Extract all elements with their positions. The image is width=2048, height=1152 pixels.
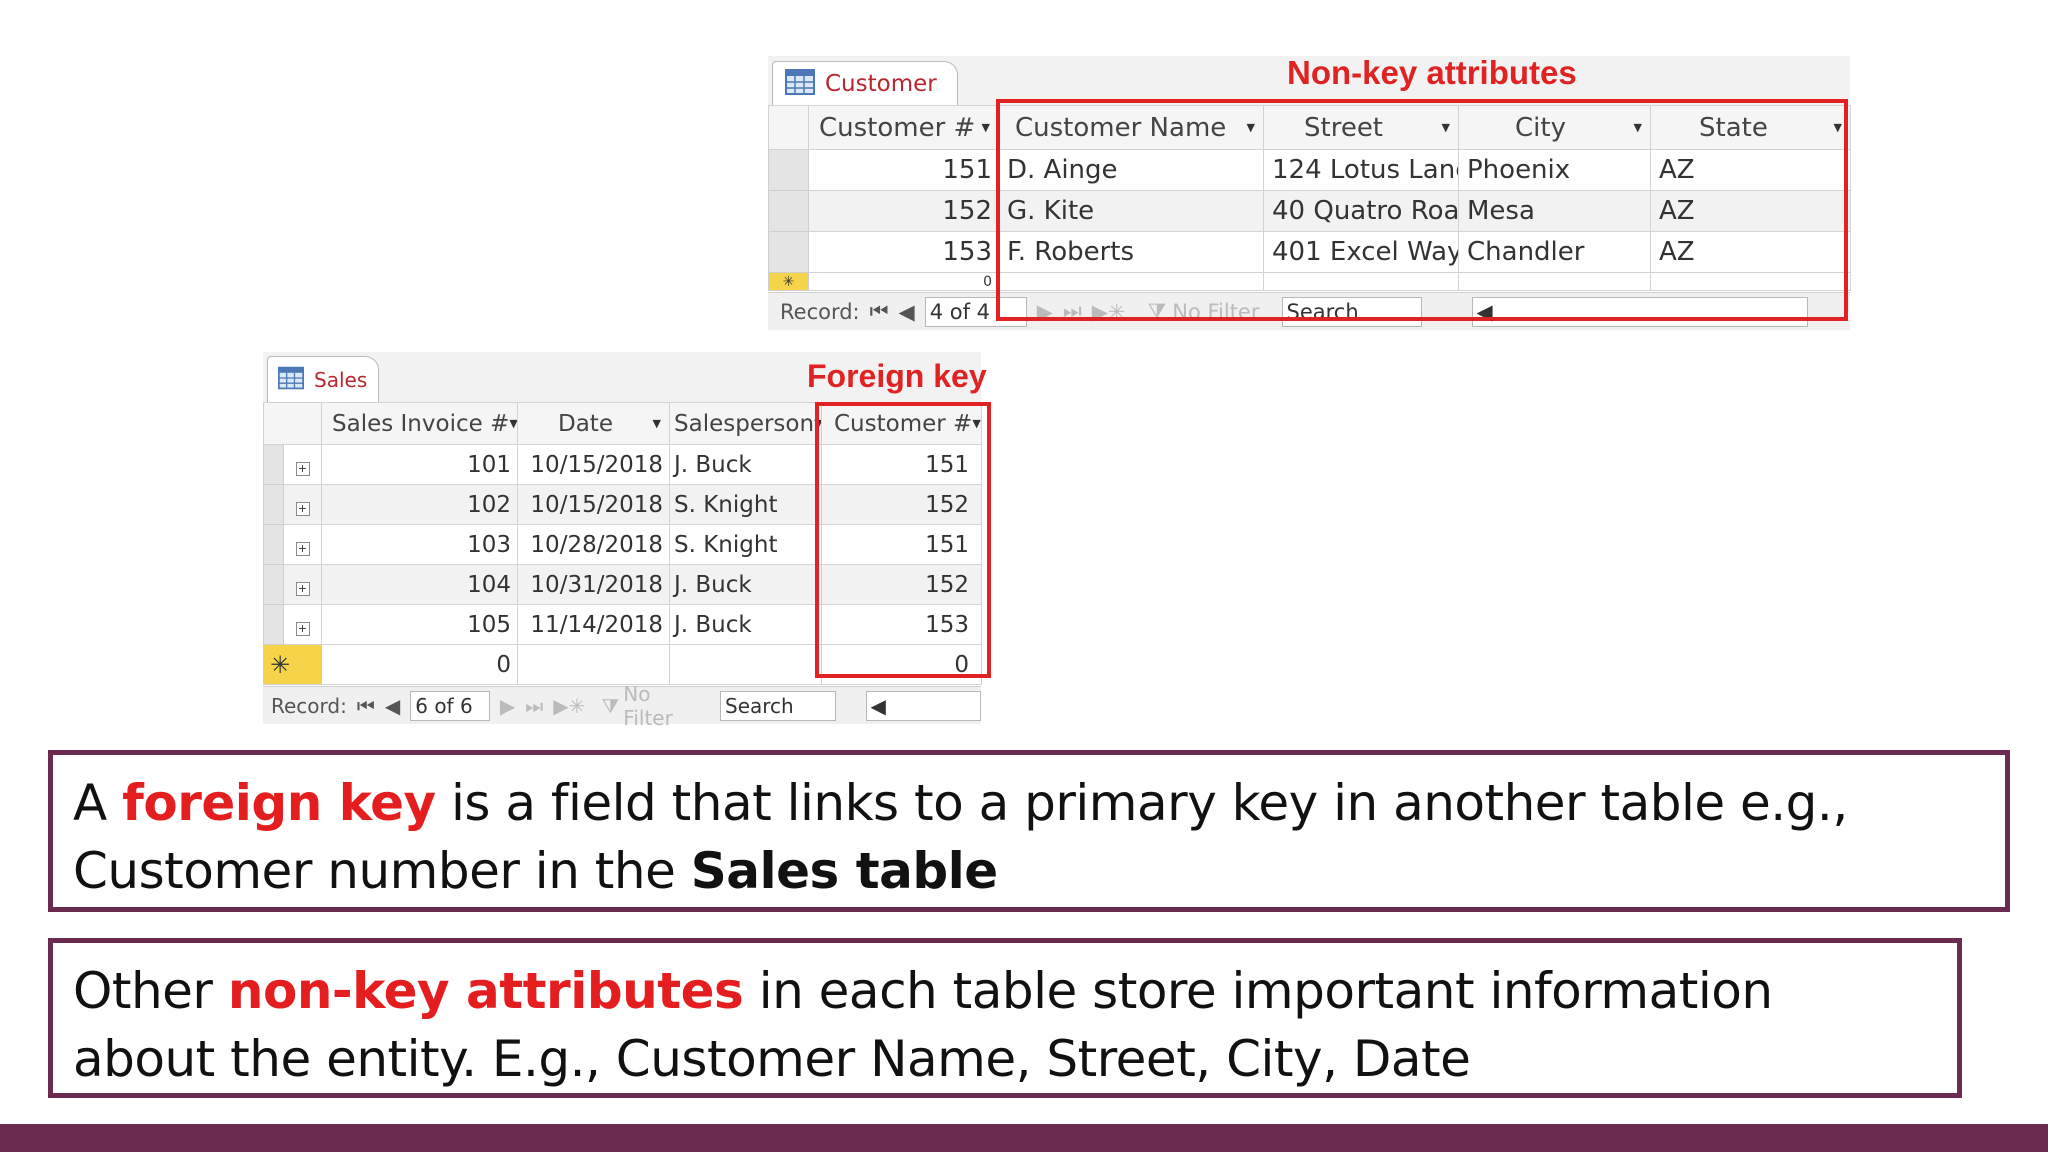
next-record-icon[interactable]: ▶ xyxy=(500,694,515,718)
cell-sales-invoice[interactable]: 101 xyxy=(321,444,518,485)
column-header-date[interactable]: Date ▼ xyxy=(517,402,670,445)
record-position-field[interactable]: 6 of 6 xyxy=(410,690,490,721)
chevron-down-icon[interactable]: ▼ xyxy=(509,417,516,430)
row-selector[interactable] xyxy=(263,604,284,645)
cell-date[interactable]: 11/14/2018 xyxy=(517,604,670,645)
cell-salesperson[interactable]: S. Knight xyxy=(669,484,822,525)
tab-customer[interactable]: Customer xyxy=(772,61,958,106)
cell-date[interactable]: 10/31/2018 xyxy=(517,564,670,605)
row-selector[interactable] xyxy=(768,149,809,191)
expand-icon[interactable]: + xyxy=(295,501,310,516)
tab-sales[interactable]: Sales xyxy=(267,356,379,403)
table-icon xyxy=(278,366,304,394)
foreign-key-explanation-line-1: A foreign key is a field that links to a… xyxy=(73,774,1848,832)
cell-new-salesperson[interactable] xyxy=(669,644,822,685)
horizontal-scrollbar[interactable]: ◀ xyxy=(865,690,981,721)
cell-salesperson[interactable]: S. Knight xyxy=(669,524,822,565)
cell-new-sales-invoice[interactable]: 0 xyxy=(321,644,518,685)
chevron-down-icon[interactable]: ▼ xyxy=(982,121,990,134)
row-selector[interactable] xyxy=(768,190,809,232)
expand-icon[interactable]: + xyxy=(295,541,310,556)
scroll-left-icon[interactable]: ◀ xyxy=(871,694,886,718)
record-label: Record: xyxy=(780,299,860,324)
non-key-explanation-box: Other non-key attributes in each table s… xyxy=(48,938,1962,1098)
non-key-attributes-term: non-key attributes xyxy=(227,962,744,1020)
customer-tab-label: Customer xyxy=(825,71,937,97)
foreign-key-explanation-line-2: Customer number in the Sales table xyxy=(73,842,998,900)
column-header-salesperson[interactable]: Salesperson▼ xyxy=(669,402,822,445)
cell-sales-invoice[interactable]: 105 xyxy=(321,604,518,645)
column-header-sales-invoice[interactable]: Sales Invoice # ▼ xyxy=(321,402,518,445)
cell-date[interactable]: 10/15/2018 xyxy=(517,484,670,525)
non-key-attributes-label: Non-key attributes xyxy=(1287,54,1577,91)
cell-date[interactable]: 10/28/2018 xyxy=(517,524,670,565)
sales-record-navigator: Record: ⏮ ◀ 6 of 6 ▶ ⏭ ▶✳ ⧩ No Filter Se… xyxy=(263,682,981,730)
sales-tab-label: Sales xyxy=(314,368,368,392)
new-record-nav-icon[interactable]: ▶✳ xyxy=(553,694,585,718)
no-filter-button[interactable]: No Filter xyxy=(623,682,706,730)
row-selector[interactable] xyxy=(263,564,284,605)
non-key-attributes-highlight xyxy=(996,99,1848,321)
cell-new-customer-number[interactable]: 0 xyxy=(808,272,999,291)
expand-icon[interactable]: + xyxy=(295,621,310,636)
record-label: Record: xyxy=(271,693,347,718)
cell-sales-invoice[interactable]: 102 xyxy=(321,484,518,525)
first-record-icon[interactable]: ⏮ xyxy=(870,299,889,324)
cell-new-date[interactable] xyxy=(517,644,670,685)
sales-select-all[interactable] xyxy=(263,402,322,445)
chevron-down-icon[interactable]: ▼ xyxy=(653,417,661,430)
foreign-key-label: Foreign key xyxy=(807,358,987,394)
row-selector[interactable] xyxy=(263,524,284,565)
row-selector[interactable] xyxy=(263,444,284,485)
cell-customer-number[interactable]: 151 xyxy=(808,149,999,191)
cell-date[interactable]: 10/15/2018 xyxy=(517,444,670,485)
cell-sales-invoice[interactable]: 103 xyxy=(321,524,518,565)
footer-bar xyxy=(0,1124,2048,1152)
last-record-icon[interactable]: ⏭ xyxy=(525,694,543,718)
cell-sales-invoice[interactable]: 104 xyxy=(321,564,518,605)
table-icon xyxy=(785,69,815,99)
column-header-customer-number[interactable]: Customer # ▼ xyxy=(808,105,999,150)
foreign-key-explanation-box: A foreign key is a field that links to a… xyxy=(48,750,2010,912)
previous-record-icon[interactable]: ◀ xyxy=(385,694,400,718)
previous-record-icon[interactable]: ◀ xyxy=(899,300,915,324)
expand-icon[interactable]: + xyxy=(295,461,310,476)
new-record-icon: ✳ xyxy=(768,272,809,291)
expand-icon[interactable]: + xyxy=(295,581,310,596)
non-key-explanation-line-2: about the entity. E.g., Customer Name, S… xyxy=(73,1030,1471,1088)
foreign-key-term: foreign key xyxy=(122,774,436,832)
non-key-explanation-line-1: Other non-key attributes in each table s… xyxy=(73,962,1773,1020)
search-field[interactable]: Search xyxy=(720,690,836,721)
sales-table-term: Sales table xyxy=(690,842,998,900)
row-selector[interactable] xyxy=(768,231,809,273)
foreign-key-highlight xyxy=(815,402,991,678)
cell-customer-number[interactable]: 153 xyxy=(808,231,999,273)
row-selector[interactable] xyxy=(263,484,284,525)
filter-icon[interactable]: ⧩ xyxy=(601,694,619,718)
cell-salesperson[interactable]: J. Buck xyxy=(669,604,822,645)
cell-customer-number[interactable]: 152 xyxy=(808,190,999,232)
cell-salesperson[interactable]: J. Buck xyxy=(669,564,822,605)
first-record-icon[interactable]: ⏮ xyxy=(357,694,375,718)
cell-salesperson[interactable]: J. Buck xyxy=(669,444,822,485)
new-record-icon: ✳ xyxy=(263,644,322,685)
customer-select-all[interactable] xyxy=(768,105,809,150)
